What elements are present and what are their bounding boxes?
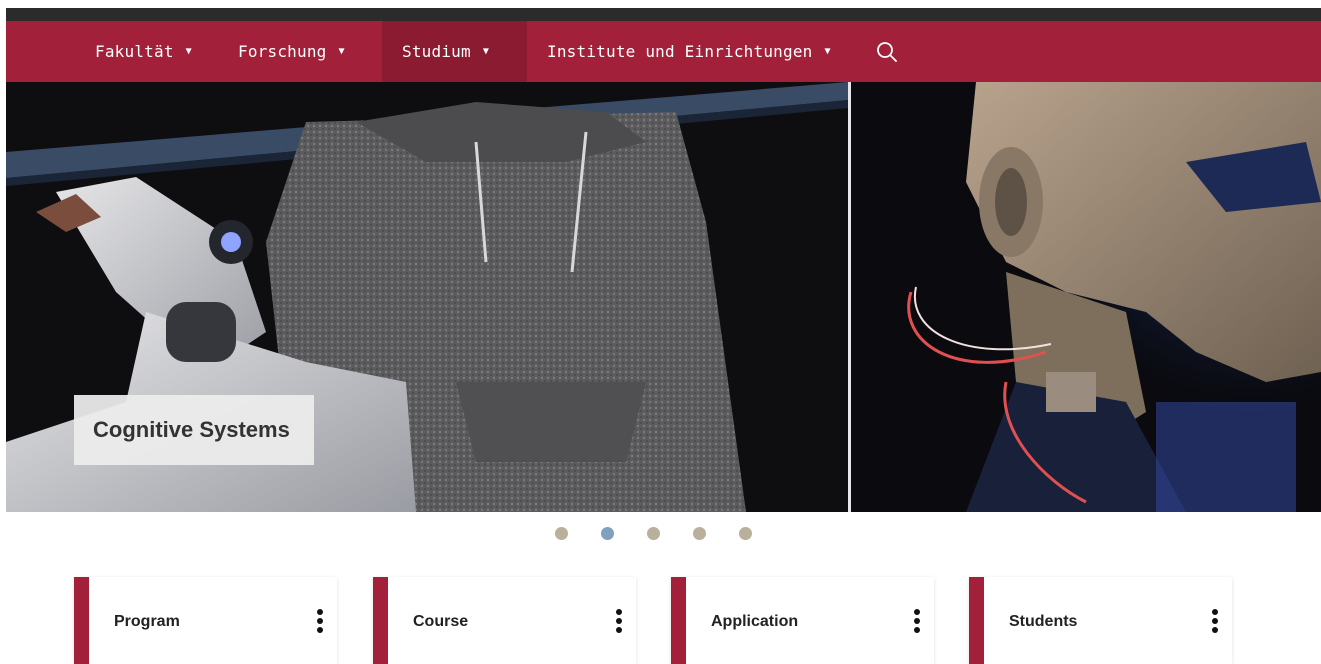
slide-caption: Cognitive Systems	[74, 395, 314, 465]
slider-dot-4[interactable]	[693, 527, 706, 540]
nav-item-label: Institute und Einrichtungen	[547, 42, 813, 61]
slider-dot-5[interactable]	[739, 527, 752, 540]
card-application[interactable]: Application	[671, 577, 934, 664]
hero-slider[interactable]: Cognitive Systems	[6, 82, 1321, 512]
caret-down-icon: ▼	[824, 46, 831, 57]
slider-pagination	[0, 527, 1321, 541]
card-course[interactable]: Course	[373, 577, 636, 664]
nav-item-studium[interactable]: Studium ▼	[382, 21, 527, 82]
more-vertical-icon[interactable]	[315, 609, 325, 639]
card-program[interactable]: Program	[74, 577, 337, 664]
card-title: Course	[413, 613, 469, 630]
nav-item-label: Forschung	[238, 42, 327, 61]
top-dark-bar	[6, 8, 1321, 21]
nav-item-label: Studium	[402, 42, 471, 61]
top-strip	[0, 0, 1321, 8]
nav-item-forschung[interactable]: Forschung ▼	[238, 21, 345, 82]
search-icon[interactable]	[874, 39, 900, 65]
card-title: Students	[1009, 613, 1078, 630]
main-navigation: Fakultät ▼ Forschung ▼ Studium ▼ Institu…	[6, 21, 1321, 82]
slider-dot-1[interactable]	[555, 527, 568, 540]
slider-dot-3[interactable]	[647, 527, 660, 540]
card-title: Program	[114, 613, 180, 630]
card-title: Application	[711, 613, 799, 630]
caret-down-icon: ▼	[185, 46, 192, 57]
more-vertical-icon[interactable]	[614, 609, 624, 639]
more-vertical-icon[interactable]	[912, 609, 922, 639]
more-vertical-icon[interactable]	[1210, 609, 1220, 639]
nav-item-institute[interactable]: Institute und Einrichtungen ▼	[547, 21, 831, 82]
card-students[interactable]: Students	[969, 577, 1232, 664]
caret-down-icon: ▼	[482, 46, 490, 57]
nav-item-fakultaet[interactable]: Fakultät ▼	[95, 21, 192, 82]
caret-down-icon: ▼	[338, 46, 345, 57]
slider-dot-2[interactable]	[601, 527, 614, 540]
nav-item-label: Fakultät	[95, 42, 174, 61]
